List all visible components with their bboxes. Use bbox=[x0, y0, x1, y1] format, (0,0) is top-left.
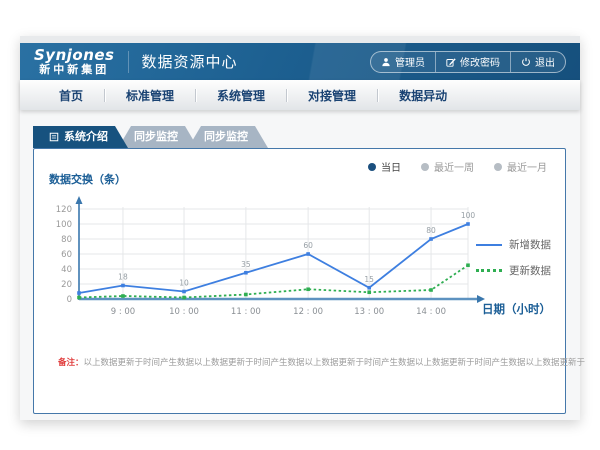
tab-system-intro[interactable]: 系统介绍 bbox=[33, 126, 128, 148]
app-header: Synjones 新中新集团 数据资源中心 管理员 修改密码 bbox=[20, 43, 580, 80]
svg-text:15: 15 bbox=[364, 275, 374, 284]
main-nav: 首页 标准管理 系统管理 对接管理 数据异动 bbox=[20, 80, 580, 110]
legend-label: 更新数据 bbox=[509, 263, 551, 278]
tab-sync-monitor-2[interactable]: 同步监控 bbox=[188, 126, 268, 148]
app-window: Synjones 新中新集团 数据资源中心 管理员 修改密码 bbox=[20, 36, 580, 420]
tab-label: 系统介绍 bbox=[64, 126, 108, 148]
user-menu-change-password-label: 修改密码 bbox=[460, 54, 500, 69]
legend-item-new-data: 新增数据 bbox=[476, 237, 551, 252]
svg-text:100: 100 bbox=[461, 211, 476, 220]
radio-label: 最近一周 bbox=[434, 159, 474, 174]
svg-text:12 : 00: 12 : 00 bbox=[293, 307, 323, 317]
content-area: 系统介绍 同步监控 同步监控 当日 最近一周 bbox=[20, 110, 580, 420]
svg-text:10: 10 bbox=[179, 279, 189, 288]
svg-text:60: 60 bbox=[61, 250, 72, 260]
user-menu-logout[interactable]: 退出 bbox=[510, 52, 565, 72]
svg-text:0: 0 bbox=[67, 295, 72, 305]
svg-text:20: 20 bbox=[61, 280, 72, 290]
chart-legend: 新增数据 更新数据 bbox=[476, 237, 551, 278]
svg-text:14 : 00: 14 : 00 bbox=[416, 307, 446, 317]
x-axis-title: 日期（小时） bbox=[482, 301, 551, 317]
legend-item-updated-data: 更新数据 bbox=[476, 263, 551, 278]
svg-text:120: 120 bbox=[56, 205, 72, 215]
svg-text:18: 18 bbox=[118, 273, 128, 282]
footnote-text: 以上数据更新于时间产生数据以上数据更新于时间产生数据以上数据更新于时间产生数据以… bbox=[84, 358, 586, 368]
edit-icon bbox=[446, 57, 456, 67]
radio-label: 当日 bbox=[381, 159, 401, 174]
tab-label: 同步监控 bbox=[134, 126, 178, 148]
power-icon bbox=[521, 57, 531, 67]
app-title: 数据资源中心 bbox=[142, 51, 238, 72]
tab-sync-monitor-1[interactable]: 同步监控 bbox=[118, 126, 198, 148]
line-chart: 0 20 40 60 80 100 120 9 : 00 10 : 00 11 : 00 12 : … bbox=[44, 193, 514, 325]
radio-dot-icon bbox=[368, 163, 376, 171]
nav-item-docking-mgmt[interactable]: 对接管理 bbox=[287, 87, 377, 104]
svg-text:13 : 00: 13 : 00 bbox=[354, 307, 384, 317]
svg-text:80: 80 bbox=[61, 235, 72, 245]
user-menu-change-password[interactable]: 修改密码 bbox=[435, 52, 510, 72]
user-menu-admin-label: 管理员 bbox=[395, 54, 425, 69]
radio-dot-icon bbox=[421, 163, 429, 171]
svg-text:35: 35 bbox=[241, 260, 251, 269]
green-dotted-swatch bbox=[476, 269, 502, 272]
header-divider bbox=[128, 51, 129, 73]
svg-text:11 : 00: 11 : 00 bbox=[231, 307, 261, 317]
svg-text:80: 80 bbox=[426, 226, 436, 235]
svg-text:100: 100 bbox=[56, 220, 72, 230]
blue-line-swatch bbox=[476, 244, 502, 246]
footnote-label: 备注： bbox=[58, 358, 84, 368]
radio-dot-icon bbox=[494, 163, 502, 171]
radio-last-week[interactable]: 最近一周 bbox=[421, 159, 474, 174]
logo-company-name: 新中新集团 bbox=[34, 64, 115, 76]
svg-text:40: 40 bbox=[61, 265, 72, 275]
document-icon bbox=[49, 132, 59, 142]
chart-panel: 当日 最近一周 最近一月 数据交换（条） 0 20 40 60 80 100 120 9 : … bbox=[33, 148, 566, 414]
user-icon bbox=[381, 57, 391, 67]
user-menu: 管理员 修改密码 退出 bbox=[370, 51, 566, 73]
radio-last-month[interactable]: 最近一月 bbox=[494, 159, 547, 174]
svg-text:60: 60 bbox=[303, 241, 313, 250]
time-filter-group: 当日 最近一周 最近一月 bbox=[368, 159, 547, 174]
user-menu-logout-label: 退出 bbox=[535, 54, 555, 69]
legend-label: 新增数据 bbox=[509, 237, 551, 252]
nav-item-home[interactable]: 首页 bbox=[38, 87, 104, 104]
window-top-strip bbox=[20, 36, 580, 43]
y-axis-title: 数据交换（条） bbox=[49, 171, 126, 187]
radio-today[interactable]: 当日 bbox=[368, 159, 401, 174]
footnote: 备注：以上数据更新于时间产生数据以上数据更新于时间产生数据以上数据更新于时间产生… bbox=[58, 356, 585, 368]
svg-text:9 : 00: 9 : 00 bbox=[111, 307, 136, 317]
nav-item-data-change[interactable]: 数据异动 bbox=[378, 87, 468, 104]
nav-item-standard-mgmt[interactable]: 标准管理 bbox=[105, 87, 195, 104]
tab-label: 同步监控 bbox=[204, 126, 248, 148]
company-logo: Synjones 新中新集团 bbox=[34, 48, 115, 75]
user-menu-admin[interactable]: 管理员 bbox=[371, 52, 435, 72]
tab-bar: 系统介绍 同步监控 同步监控 bbox=[33, 126, 268, 148]
svg-text:10 : 00: 10 : 00 bbox=[169, 307, 199, 317]
radio-label: 最近一月 bbox=[507, 159, 547, 174]
logo-brand-text: Synjones bbox=[34, 48, 115, 64]
nav-item-system-mgmt[interactable]: 系统管理 bbox=[196, 87, 286, 104]
